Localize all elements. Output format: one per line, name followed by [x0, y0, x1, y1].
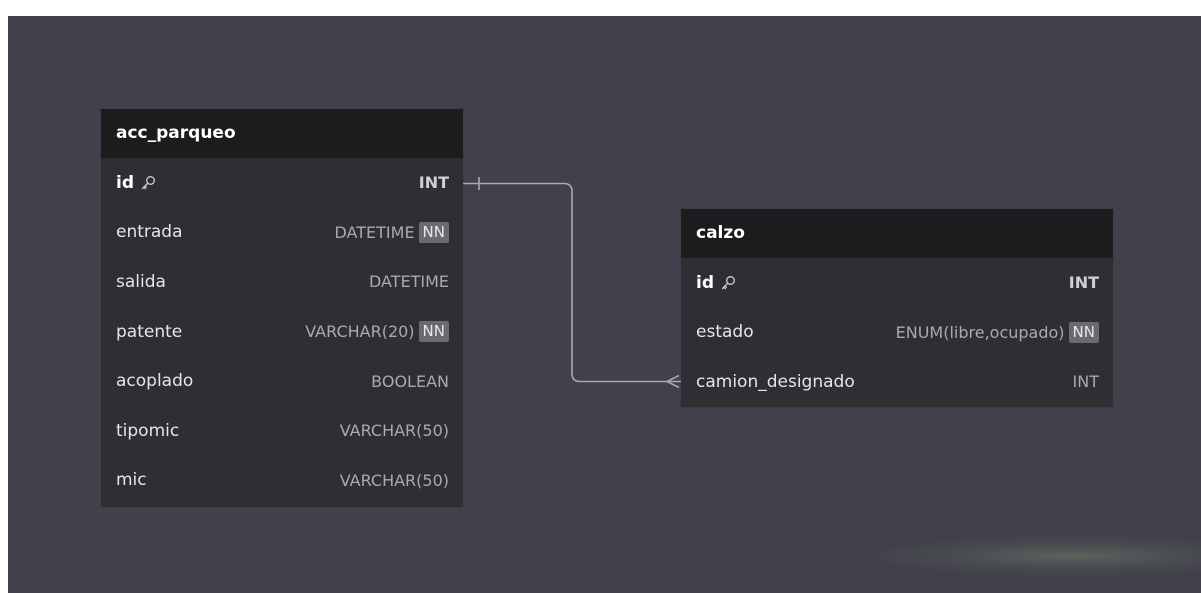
table-row[interactable]: id INT	[101, 158, 463, 208]
not-null-badge: NN	[418, 321, 449, 343]
column-name-group: mic	[116, 470, 147, 490]
column-type-group: VARCHAR(50)	[340, 421, 449, 440]
column-type-group: DATETIME NN	[334, 221, 449, 243]
column-type-group: VARCHAR(50)	[340, 471, 449, 490]
column-type: DATETIME	[334, 222, 415, 242]
column-name-group: camion_designado	[696, 372, 855, 392]
column-type: INT	[1072, 372, 1099, 392]
column-type-group: ENUM(libre,ocupado) NN	[895, 321, 1099, 343]
column-name: entrada	[116, 222, 183, 243]
column-type: INT	[418, 173, 449, 193]
column-type-group: BOOLEAN	[371, 372, 449, 391]
table-row[interactable]: camion_designado INT	[681, 357, 1113, 407]
column-type: ENUM(libre,ocupado)	[895, 322, 1065, 342]
table-row[interactable]: tipomic VARCHAR(50)	[101, 406, 463, 456]
not-null-badge: NN	[1068, 321, 1099, 343]
column-name-group: estado	[696, 322, 754, 342]
column-name: patente	[116, 321, 183, 342]
table-rows: id INT estado ENUM(libre,ocupado) NN camion_d…	[681, 258, 1113, 407]
column-name: mic	[116, 470, 147, 491]
column-name-group: tipomic	[116, 421, 179, 441]
table-row[interactable]: mic VARCHAR(50)	[101, 456, 463, 506]
column-name-group: id	[116, 173, 156, 193]
column-type: VARCHAR(20)	[305, 322, 415, 342]
column-name: id	[696, 272, 714, 293]
column-name-group: acoplado	[116, 371, 193, 391]
not-null-badge: NN	[418, 221, 449, 243]
relationship-line	[463, 182, 681, 383]
column-name: id	[116, 172, 134, 193]
key-icon	[720, 275, 736, 291]
column-name-group: patente	[116, 322, 182, 342]
many-cardinality-crowfoot	[666, 374, 680, 389]
table-row[interactable]: estado ENUM(libre,ocupado) NN	[681, 308, 1113, 358]
table-title[interactable]: calzo	[681, 209, 1113, 258]
column-type: BOOLEAN	[371, 371, 449, 391]
table-rows: id INT entrada DATETIME NN salida DATETIME pate…	[101, 158, 463, 505]
column-name-group: id	[696, 273, 736, 293]
column-type: VARCHAR(50)	[339, 421, 449, 441]
column-name: tipomic	[116, 420, 180, 441]
table-acc-parqueo[interactable]: acc_parqueo id INT entrada DATETIME NN salida…	[101, 109, 463, 507]
column-type: VARCHAR(50)	[339, 470, 449, 490]
diagram-canvas[interactable]: acc_parqueo id INT entrada DATETIME NN salida…	[8, 16, 1201, 593]
column-type-group: DATETIME	[369, 272, 449, 291]
table-calzo[interactable]: calzo id INT estado ENUM(libre,ocupado) NN ca…	[681, 209, 1113, 407]
table-title[interactable]: acc_parqueo	[101, 109, 463, 158]
table-row[interactable]: entrada DATETIME NN	[101, 208, 463, 258]
table-row[interactable]: id INT	[681, 258, 1113, 308]
column-type: INT	[1068, 273, 1099, 293]
column-type-group: INT	[1069, 273, 1099, 292]
column-name-group: entrada	[116, 222, 183, 242]
column-type-group: INT	[1073, 372, 1099, 391]
column-type-group: INT	[419, 173, 449, 192]
column-name-group: salida	[116, 272, 166, 292]
column-name: acoplado	[116, 371, 194, 392]
key-icon	[140, 175, 156, 191]
column-name: camion_designado	[696, 371, 855, 392]
column-name: salida	[116, 271, 166, 292]
column-name: estado	[696, 322, 754, 343]
table-row[interactable]: salida DATETIME	[101, 257, 463, 307]
table-row[interactable]: acoplado BOOLEAN	[101, 356, 463, 406]
table-row[interactable]: patente VARCHAR(20) NN	[101, 307, 463, 357]
background-smudge	[868, 536, 1201, 576]
column-type: DATETIME	[368, 272, 449, 292]
column-type-group: VARCHAR(20) NN	[305, 321, 449, 343]
